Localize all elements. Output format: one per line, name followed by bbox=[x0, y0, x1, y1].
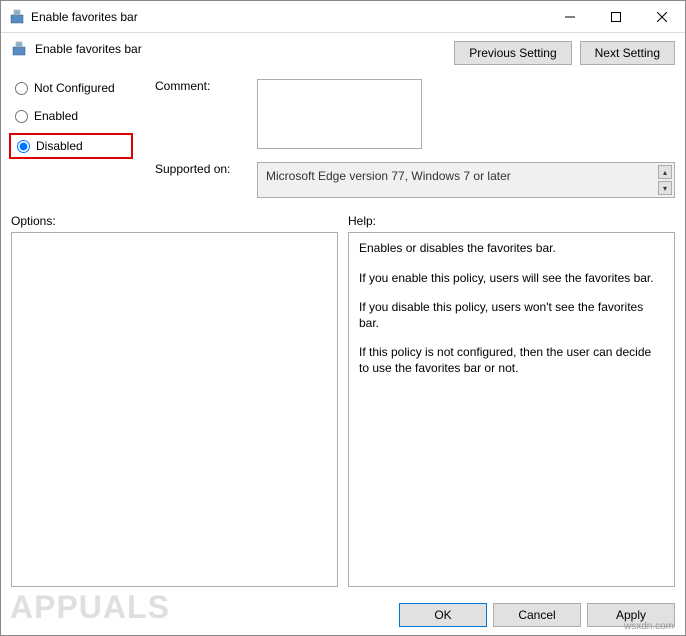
ok-button[interactable]: OK bbox=[399, 603, 487, 627]
window-title: Enable favorites bar bbox=[31, 10, 547, 24]
comment-textarea[interactable] bbox=[257, 79, 422, 149]
help-box[interactable]: Enables or disables the favorites bar. I… bbox=[348, 232, 675, 587]
settings-section: Not Configured Enabled Disabled Comment: bbox=[11, 79, 675, 198]
radio-enabled-input[interactable] bbox=[15, 110, 28, 123]
scroll-up-icon[interactable]: ▴ bbox=[658, 165, 672, 179]
minimize-button[interactable] bbox=[547, 1, 593, 33]
help-paragraph: If you enable this policy, users will se… bbox=[359, 271, 664, 287]
previous-setting-button[interactable]: Previous Setting bbox=[454, 41, 571, 65]
help-paragraph: Enables or disables the favorites bar. bbox=[359, 241, 664, 257]
options-label: Options: bbox=[11, 214, 338, 228]
supported-scroll: ▴ ▾ bbox=[658, 165, 672, 195]
radio-disabled[interactable]: Disabled bbox=[9, 133, 133, 159]
cancel-button[interactable]: Cancel bbox=[493, 603, 581, 627]
titlebar: Enable favorites bar bbox=[1, 1, 685, 33]
scroll-down-icon[interactable]: ▾ bbox=[658, 181, 672, 195]
apply-button[interactable]: Apply bbox=[587, 603, 675, 627]
help-text: Enables or disables the favorites bar. I… bbox=[359, 241, 664, 377]
dialog-window: Enable favorites bar bbox=[0, 0, 686, 636]
radio-enabled[interactable]: Enabled bbox=[11, 107, 131, 125]
radio-disabled-label: Disabled bbox=[36, 139, 83, 153]
fields-column: Comment: Supported on: Microsoft Edge ve… bbox=[155, 79, 675, 198]
comment-row: Comment: bbox=[155, 79, 675, 152]
content-area: Enable favorites bar Previous Setting Ne… bbox=[1, 33, 685, 595]
gpo-icon bbox=[9, 9, 25, 25]
options-box bbox=[11, 232, 338, 587]
supported-on-box: Microsoft Edge version 77, Windows 7 or … bbox=[257, 162, 675, 198]
panels-section: Options: Help: Enables or disables the f… bbox=[11, 214, 675, 587]
supported-on-text: Microsoft Edge version 77, Windows 7 or … bbox=[266, 169, 511, 183]
help-panel: Help: Enables or disables the favorites … bbox=[348, 214, 675, 587]
header-row: Enable favorites bar bbox=[11, 41, 448, 57]
supported-row: Supported on: Microsoft Edge version 77,… bbox=[155, 162, 675, 198]
window-controls bbox=[547, 1, 685, 33]
maximize-button[interactable] bbox=[593, 1, 639, 33]
help-paragraph: If you disable this policy, users won't … bbox=[359, 300, 664, 331]
options-panel: Options: bbox=[11, 214, 338, 587]
close-button[interactable] bbox=[639, 1, 685, 33]
radio-not-configured[interactable]: Not Configured bbox=[11, 79, 131, 97]
help-label: Help: bbox=[348, 214, 675, 228]
radio-not-configured-input[interactable] bbox=[15, 82, 28, 95]
radio-disabled-input[interactable] bbox=[17, 140, 30, 153]
next-setting-button[interactable]: Next Setting bbox=[580, 41, 675, 65]
footer-buttons: OK Cancel Apply bbox=[1, 595, 685, 635]
supported-label: Supported on: bbox=[155, 162, 245, 198]
nav-buttons: Previous Setting Next Setting bbox=[454, 41, 675, 65]
comment-label: Comment: bbox=[155, 79, 245, 152]
policy-title: Enable favorites bar bbox=[35, 42, 448, 56]
help-paragraph: If this policy is not configured, then t… bbox=[359, 345, 664, 376]
radio-group: Not Configured Enabled Disabled bbox=[11, 79, 131, 198]
radio-not-configured-label: Not Configured bbox=[34, 81, 115, 95]
policy-icon bbox=[11, 41, 27, 57]
radio-enabled-label: Enabled bbox=[34, 109, 78, 123]
